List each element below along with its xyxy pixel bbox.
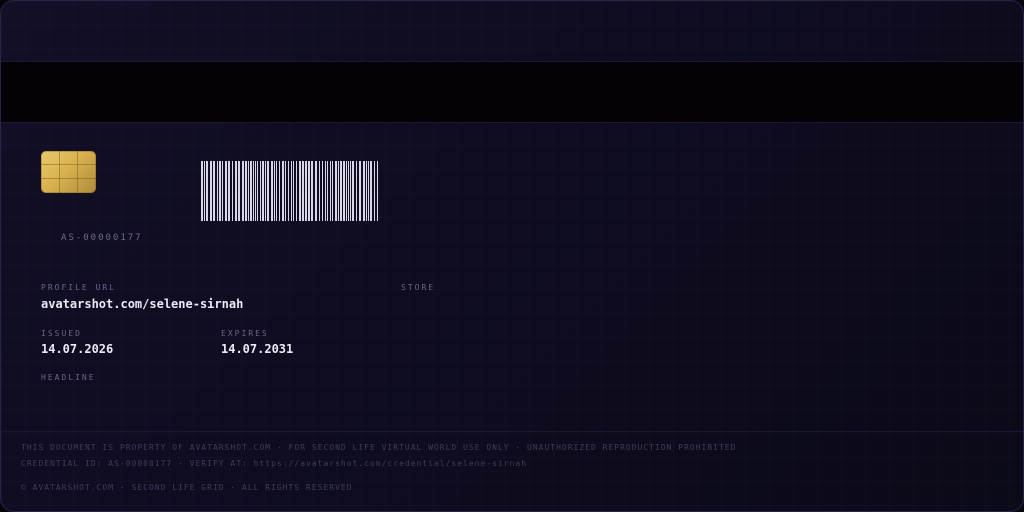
barcode-bar bbox=[359, 161, 361, 221]
issued-label: ISSUED bbox=[41, 329, 82, 338]
credential-card-back: AS-00000177 PROFILE URL avatarshot.com/s… bbox=[0, 0, 1024, 512]
barcode-bar bbox=[366, 161, 367, 221]
barcode-bar bbox=[293, 161, 294, 221]
barcode-bar bbox=[296, 161, 297, 221]
profile-url-label: PROFILE URL bbox=[41, 283, 116, 292]
barcode-bar bbox=[311, 161, 313, 221]
barcode-bar bbox=[253, 161, 254, 221]
barcode-bar bbox=[343, 161, 345, 221]
barcode-bar bbox=[257, 161, 258, 221]
footer-divider bbox=[1, 431, 1023, 432]
barcode-bar bbox=[206, 161, 208, 221]
barcode-bar bbox=[250, 161, 252, 221]
footer-credential-line: CREDENTIAL ID: AS-00000177 · VERIFY AT: … bbox=[21, 459, 528, 468]
credential-number: AS-00000177 bbox=[61, 233, 143, 243]
barcode-bar bbox=[322, 161, 323, 221]
barcode-bar bbox=[352, 161, 354, 221]
barcode-bar bbox=[248, 161, 249, 221]
barcode-bar bbox=[282, 161, 284, 221]
barcode-bar bbox=[232, 161, 233, 221]
barcode-bar bbox=[222, 161, 223, 221]
barcode-bar bbox=[325, 161, 326, 221]
barcode-bar bbox=[335, 161, 337, 221]
barcode-bar bbox=[368, 161, 369, 221]
barcode-bar bbox=[377, 161, 378, 221]
barcode-bar bbox=[217, 161, 218, 221]
barcode-bar bbox=[285, 161, 286, 221]
store-label: STORE bbox=[401, 283, 436, 292]
barcode-bar bbox=[332, 161, 333, 221]
expires-value: 14.07.2031 bbox=[221, 342, 294, 356]
barcode-bar bbox=[363, 161, 365, 221]
barcode-bar bbox=[338, 161, 339, 221]
barcode-bar bbox=[291, 161, 292, 221]
smartcard-chip-icon bbox=[41, 151, 96, 193]
barcode-bar bbox=[374, 161, 375, 221]
barcode-bar bbox=[276, 161, 277, 221]
barcode-bar bbox=[219, 161, 221, 221]
barcode-bar bbox=[315, 161, 317, 221]
barcode-bar bbox=[204, 161, 205, 221]
barcode-bar bbox=[370, 161, 372, 221]
barcode-bar bbox=[302, 161, 304, 221]
barcode-bar bbox=[213, 161, 215, 221]
barcode-bar bbox=[305, 161, 307, 221]
magnetic-stripe bbox=[1, 61, 1023, 123]
barcode-bar bbox=[356, 161, 357, 221]
issued-value: 14.07.2026 bbox=[41, 342, 114, 356]
footer-legal-line: THIS DOCUMENT IS PROPERTY OF AVATARSHOT.… bbox=[21, 443, 737, 452]
barcode-bar bbox=[288, 161, 289, 221]
barcode-bar bbox=[228, 161, 230, 221]
headline-label: HEADLINE bbox=[41, 373, 96, 382]
barcode-bar bbox=[255, 161, 256, 221]
barcode-bar bbox=[348, 161, 349, 221]
barcode-bar bbox=[242, 161, 244, 221]
barcode-bar bbox=[210, 161, 212, 221]
barcode-icon bbox=[201, 161, 378, 221]
barcode-bar bbox=[274, 161, 275, 221]
barcode-bar bbox=[327, 161, 328, 221]
expires-label: EXPIRES bbox=[221, 329, 269, 338]
barcode-bar bbox=[225, 161, 227, 221]
barcode-bar bbox=[340, 161, 342, 221]
barcode-bar bbox=[262, 161, 264, 221]
barcode-bar bbox=[238, 161, 240, 221]
barcode-bar bbox=[346, 161, 347, 221]
barcode-bar bbox=[265, 161, 266, 221]
barcode-bar bbox=[267, 161, 269, 221]
barcode-bar bbox=[350, 161, 351, 221]
barcode-bar bbox=[260, 161, 261, 221]
profile-url-value: avatarshot.com/selene-sirnah bbox=[41, 297, 244, 311]
barcode-bar bbox=[308, 161, 310, 221]
barcode-bar bbox=[319, 161, 320, 221]
barcode-bar bbox=[245, 161, 247, 221]
barcode-bar bbox=[279, 161, 280, 221]
footer-copyright-line: © AVATARSHOT.COM · SECOND LIFE GRID · AL… bbox=[21, 483, 353, 492]
barcode-bar bbox=[235, 161, 237, 221]
barcode-bar bbox=[330, 161, 331, 221]
barcode-bar bbox=[201, 161, 203, 221]
barcode-bar bbox=[271, 161, 273, 221]
barcode-bar bbox=[299, 161, 301, 221]
